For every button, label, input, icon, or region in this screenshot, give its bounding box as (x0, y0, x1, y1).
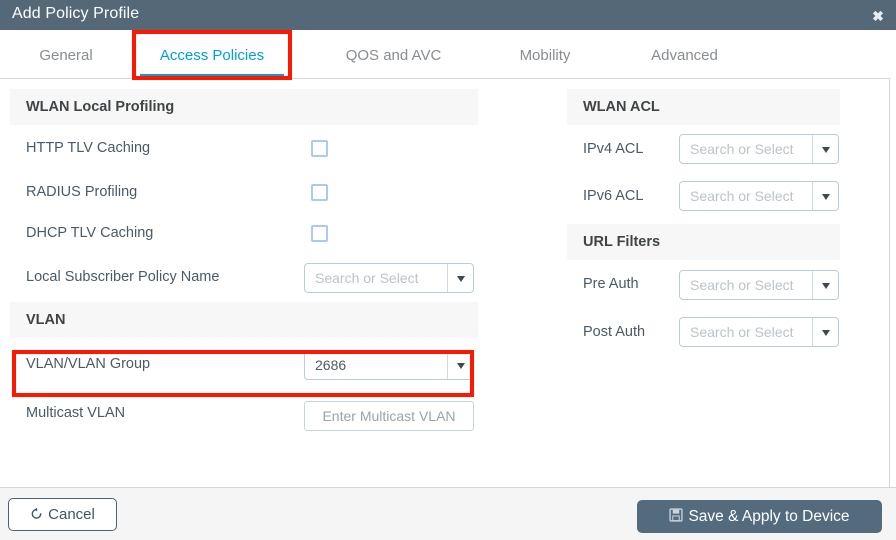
tab-mobility[interactable]: Mobility (480, 30, 610, 79)
select-ipv4-acl-value: Search or Select (690, 141, 794, 157)
section-header-url-filters: URL Filters (567, 224, 840, 260)
row-ipv4-acl: IPv4 ACL Search or Select (567, 125, 840, 173)
select-vlan-vlan-group-value: 2686 (315, 357, 347, 373)
select-local-subscriber-policy-name-value: Search or Select (315, 270, 419, 286)
section-header-wlan-acl: WLAN ACL (567, 89, 840, 125)
row-radius-profiling: RADIUS Profiling (10, 172, 478, 213)
label-ipv4-acl: IPv4 ACL (583, 141, 644, 157)
section-header-vlan: VLAN (10, 302, 478, 338)
label-local-subscriber-policy-name: Local Subscriber Policy Name (26, 269, 220, 285)
select-post-auth[interactable]: Search or Select (679, 317, 839, 347)
tab-advanced[interactable]: Advanced (612, 30, 757, 79)
select-ipv6-acl[interactable]: Search or Select (679, 181, 839, 211)
tab-bar: General Access Policies QOS and AVC Mobi… (0, 30, 890, 79)
select-ipv6-acl-value: Search or Select (690, 188, 794, 204)
chevron-down-icon (812, 182, 838, 210)
right-column: WLAN ACL IPv4 ACL Search or Select IPv6 … (567, 89, 840, 355)
chevron-down-icon (812, 271, 838, 299)
floppy-disk-save-icon (669, 501, 684, 534)
undo-arrow-icon (30, 500, 43, 531)
label-radius-profiling: RADIUS Profiling (26, 184, 138, 200)
input-multicast-vlan[interactable]: Enter Multicast VLAN (304, 401, 474, 431)
save-and-apply-button-label: Save & Apply to Device (688, 508, 850, 525)
label-dhcp-tlv-caching: DHCP TLV Caching (26, 225, 154, 241)
tab-access-policies[interactable]: Access Policies (132, 30, 292, 79)
checkbox-dhcp-tlv-caching[interactable] (311, 225, 328, 242)
label-ipv6-acl: IPv6 ACL (583, 188, 644, 204)
row-post-auth: Post Auth Search or Select (567, 309, 840, 355)
checkbox-radius-profiling[interactable] (311, 184, 328, 201)
tab-qos-and-avc[interactable]: QOS and AVC (306, 30, 481, 79)
select-local-subscriber-policy-name[interactable]: Search or Select (304, 263, 474, 293)
select-pre-auth[interactable]: Search or Select (679, 270, 839, 300)
label-post-auth: Post Auth (583, 324, 646, 340)
dialog-title: Add Policy Profile (12, 5, 140, 22)
row-dhcp-tlv-caching: DHCP TLV Caching (10, 213, 478, 254)
row-http-tlv-caching: HTTP TLV Caching (10, 125, 478, 172)
save-and-apply-button[interactable]: Save & Apply to Device (637, 500, 882, 533)
chevron-down-icon (447, 351, 473, 379)
tab-general[interactable]: General (0, 30, 132, 79)
row-pre-auth: Pre Auth Search or Select (567, 260, 840, 309)
chevron-down-icon (812, 318, 838, 346)
select-post-auth-value: Search or Select (690, 324, 794, 340)
label-http-tlv-caching: HTTP TLV Caching (26, 140, 151, 156)
row-vlan-vlan-group: VLAN/VLAN Group 2686 (10, 338, 478, 391)
cancel-button[interactable]: Cancel (8, 498, 117, 531)
row-ipv6-acl: IPv6 ACL Search or Select (567, 173, 840, 220)
select-ipv4-acl[interactable]: Search or Select (679, 134, 839, 164)
cancel-button-label: Cancel (48, 506, 95, 523)
checkbox-http-tlv-caching[interactable] (311, 140, 328, 157)
chevron-down-icon (447, 264, 473, 292)
add-policy-profile-dialog: Add Policy Profile ✖ General Access Poli… (0, 0, 896, 540)
close-icon[interactable]: ✖ (868, 6, 888, 26)
label-vlan-vlan-group: VLAN/VLAN Group (26, 356, 151, 372)
dialog-titlebar: Add Policy Profile ✖ (0, 0, 896, 30)
dialog-content: WLAN Local Profiling HTTP TLV Caching RA… (0, 79, 890, 487)
label-pre-auth: Pre Auth (583, 276, 639, 292)
select-vlan-vlan-group[interactable]: 2686 (304, 350, 474, 380)
row-local-subscriber-policy-name: Local Subscriber Policy Name Search or S… (10, 254, 478, 300)
chevron-down-icon (812, 135, 838, 163)
section-header-wlan-local-profiling: WLAN Local Profiling (10, 89, 478, 125)
label-multicast-vlan: Multicast VLAN (26, 405, 126, 421)
select-pre-auth-value: Search or Select (690, 277, 794, 293)
left-column: WLAN Local Profiling HTTP TLV Caching RA… (10, 89, 478, 436)
row-multicast-vlan: Multicast VLAN Enter Multicast VLAN (10, 391, 478, 436)
